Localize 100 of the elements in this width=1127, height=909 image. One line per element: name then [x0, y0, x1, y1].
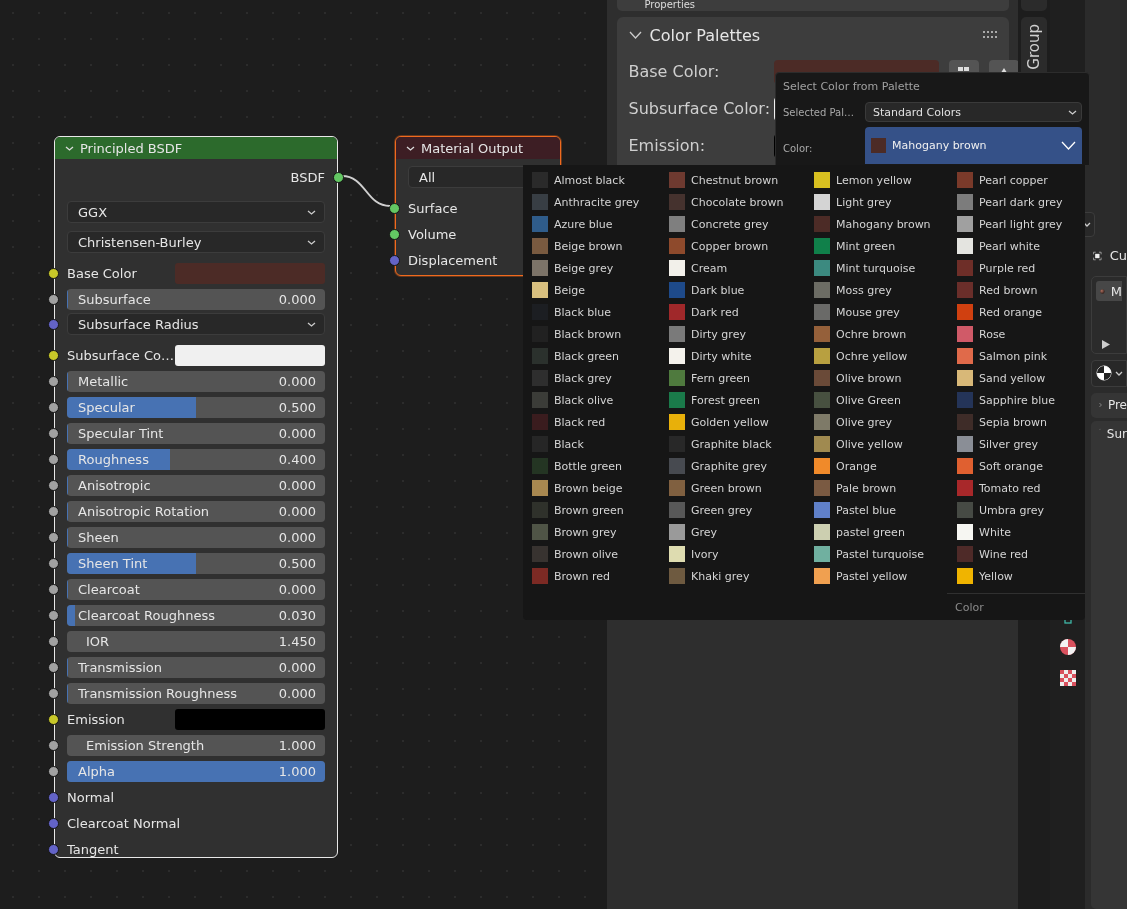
menu-item[interactable]: Green brown	[668, 477, 813, 499]
menu-item[interactable]: Dirty grey	[668, 323, 813, 345]
menu-item[interactable]: Mint turquoise	[813, 257, 956, 279]
palette-dropdown[interactable]: Standard Colors	[865, 102, 1082, 122]
menu-item[interactable]: Sand yellow	[956, 367, 1084, 389]
slider-field[interactable]: Clearcoat Roughness 0.030	[67, 604, 325, 626]
panel-title[interactable]: Color Palettes	[649, 25, 975, 45]
slider-field[interactable]: Transmission Roughness 0.000	[67, 682, 325, 704]
socket[interactable]	[48, 427, 59, 439]
menu-item[interactable]: Pearl copper	[956, 169, 1084, 191]
socket[interactable]	[48, 557, 59, 569]
slider-field[interactable]: Specular 0.500	[67, 396, 325, 418]
menu-item[interactable]: Beige	[531, 279, 668, 301]
menu-item[interactable]: Pearl dark grey	[956, 191, 1084, 213]
color-swatch[interactable]	[175, 708, 325, 730]
socket[interactable]	[48, 609, 59, 621]
menu-item[interactable]: Graphite black	[668, 433, 813, 455]
socket[interactable]	[48, 713, 59, 725]
socket[interactable]	[48, 739, 59, 751]
menu-item[interactable]: Pearl light grey	[956, 213, 1084, 235]
panel-header[interactable]: Sur	[1091, 420, 1127, 909]
menu-item[interactable]: Moss grey	[813, 279, 956, 301]
color-swatch[interactable]	[175, 344, 325, 366]
socket[interactable]	[333, 171, 344, 183]
menu-item[interactable]: Black	[531, 433, 668, 455]
menu-item[interactable]: Graphite grey	[668, 455, 813, 477]
menu-item[interactable]: Lemon yellow	[813, 169, 956, 191]
menu-item[interactable]: Purple red	[956, 257, 1084, 279]
socket[interactable]	[389, 202, 400, 214]
menu-item[interactable]: Concrete grey	[668, 213, 813, 235]
menu-item[interactable]: Dirty white	[668, 345, 813, 367]
menu-item[interactable]: Pastel turquoise	[813, 543, 956, 565]
menu-item[interactable]: Black olive	[531, 389, 668, 411]
menu-item[interactable]: Soft orange	[956, 455, 1084, 477]
slider-field[interactable]: Subsurface 0.000	[67, 288, 325, 310]
menu-item[interactable]: Chocolate brown	[668, 191, 813, 213]
menu-item[interactable]: Umbra grey	[956, 499, 1084, 521]
socket[interactable]	[48, 583, 59, 595]
socket[interactable]	[48, 505, 59, 517]
menu-item[interactable]: Olive yellow	[813, 433, 956, 455]
menu-item[interactable]: Black blue	[531, 301, 668, 323]
color-swatch[interactable]	[175, 262, 325, 284]
slider-field[interactable]: Clearcoat 0.000	[67, 578, 325, 600]
socket[interactable]	[48, 765, 59, 777]
menu-item[interactable]: Golden yellow	[668, 411, 813, 433]
menu-item[interactable]: Dark blue	[668, 279, 813, 301]
menu-item[interactable]: Brown red	[531, 565, 668, 587]
menu-item[interactable]: Ochre yellow	[813, 345, 956, 367]
menu-item[interactable]: Brown beige	[531, 477, 668, 499]
menu-item[interactable]: Olive grey	[813, 411, 956, 433]
triangle-icon[interactable]	[1102, 339, 1110, 349]
shader-node[interactable]	[54, 136, 338, 858]
material-slot[interactable]: M	[1096, 281, 1122, 302]
slider-field[interactable]: Roughness 0.400	[67, 448, 325, 470]
menu-item[interactable]: White	[956, 521, 1084, 543]
menu-item[interactable]: Ivory	[668, 543, 813, 565]
dropdown[interactable]: GGX	[67, 201, 325, 223]
menu-item[interactable]: Red brown	[956, 279, 1084, 301]
menu-item[interactable]: Sapphire blue	[956, 389, 1084, 411]
panel-header[interactable]: Properties	[616, 0, 1009, 11]
socket[interactable]	[48, 661, 59, 673]
menu-item[interactable]: Olive Green	[813, 389, 956, 411]
menu-item[interactable]: Khaki grey	[668, 565, 813, 587]
menu-item[interactable]: Chestnut brown	[668, 169, 813, 191]
socket[interactable]	[48, 687, 59, 699]
menu-item[interactable]: Mahogany brown	[813, 213, 956, 235]
menu-item[interactable]: Sepia brown	[956, 411, 1084, 433]
number-field[interactable]: Emission Strength 1.000	[67, 734, 325, 756]
menu-item[interactable]: Green grey	[668, 499, 813, 521]
slider-field[interactable]: Sheen 0.000	[67, 526, 325, 548]
menu-item[interactable]: Pearl white	[956, 235, 1084, 257]
menu-item[interactable]: Black red	[531, 411, 668, 433]
menu-item[interactable]: Forest green	[668, 389, 813, 411]
socket[interactable]	[48, 635, 59, 647]
menu-item[interactable]: Grey	[668, 521, 813, 543]
slider-field[interactable]: Alpha 1.000	[67, 760, 325, 782]
slider-field[interactable]: Specular Tint 0.000	[67, 422, 325, 444]
menu-item[interactable]: Red orange	[956, 301, 1084, 323]
menu-item[interactable]: Brown grey	[531, 521, 668, 543]
checker-icon[interactable]	[1059, 670, 1076, 686]
menu-item[interactable]: Light grey	[813, 191, 956, 213]
slider-field[interactable]: Anisotropic Rotation 0.000	[67, 500, 325, 522]
menu-item[interactable]: Fern green	[668, 367, 813, 389]
color-dropdown[interactable]: Mahogany brown	[865, 127, 1082, 164]
menu-item[interactable]: Mouse grey	[813, 301, 956, 323]
dropdown[interactable]: Subsurface Radius	[67, 313, 325, 335]
menu-item[interactable]: Black brown	[531, 323, 668, 345]
menu-item[interactable]: Dark red	[668, 301, 813, 323]
socket[interactable]	[48, 349, 59, 361]
slider-field[interactable]: Transmission 0.000	[67, 656, 325, 678]
slider-field[interactable]: Metallic 0.000	[67, 370, 325, 392]
socket[interactable]	[48, 401, 59, 413]
menu-item[interactable]: Brown green	[531, 499, 668, 521]
material-sphere-icon[interactable]	[1058, 638, 1077, 656]
menu-item[interactable]: Orange	[813, 455, 956, 477]
menu-item[interactable]: Pastel blue	[813, 499, 956, 521]
menu-item[interactable]: Mint green	[813, 235, 956, 257]
menu-item[interactable]: Olive brown	[813, 367, 956, 389]
slider-field[interactable]: Anisotropic 0.000	[67, 474, 325, 496]
menu-item[interactable]: Black grey	[531, 367, 668, 389]
